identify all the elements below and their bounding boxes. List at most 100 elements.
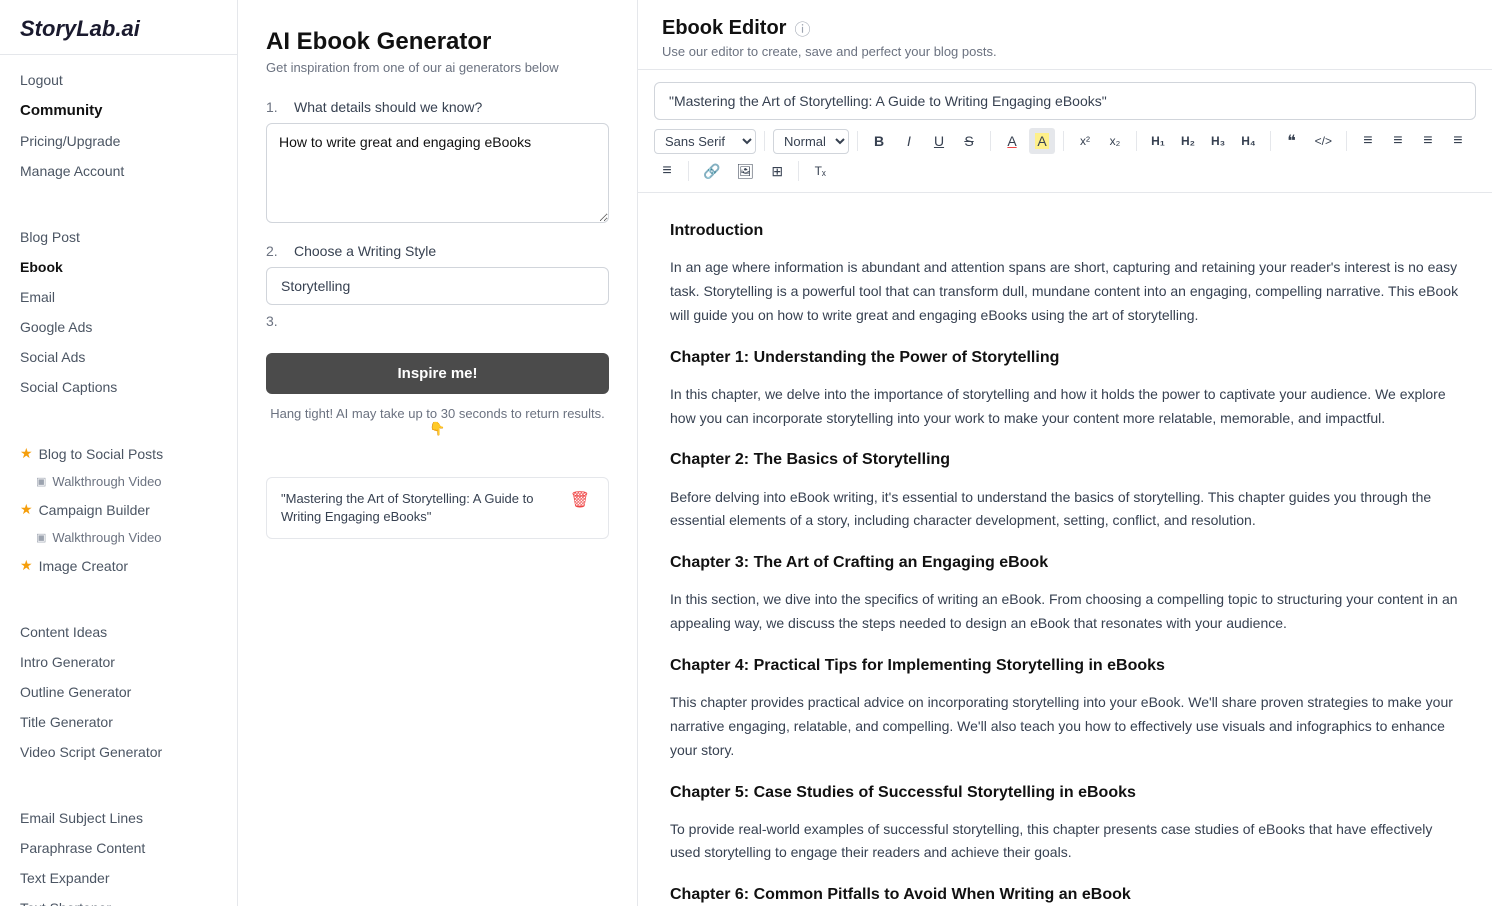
content-para-4: In this section, we dive into the specif…	[670, 588, 1460, 636]
generator-subtitle: Get inspiration from one of our ai gener…	[266, 60, 609, 75]
editor-title: Ebook Editor	[662, 17, 786, 40]
star-icon-1: ★	[20, 445, 33, 462]
toolbar-sep-8	[688, 161, 689, 181]
content-heading-ch6: Chapter 6: Common Pitfalls to Avoid When…	[670, 881, 1460, 906]
sidebar-item-blog-post[interactable]: Blog Post	[0, 222, 237, 252]
app-logo: StoryLab.ai	[0, 0, 237, 55]
sidebar-item-email[interactable]: Email	[0, 282, 237, 312]
step3-label: 3.	[266, 313, 609, 329]
star-icon-2: ★	[20, 501, 33, 518]
bold-button[interactable]: B	[866, 128, 892, 154]
step2-number: 2.	[266, 243, 286, 259]
font-family-select[interactable]: Sans Serif Serif Monospace	[654, 129, 756, 154]
sidebar-item-community[interactable]: Community	[0, 95, 237, 126]
sidebar-item-text-shortener[interactable]: Text Shortener	[0, 893, 237, 906]
step1-question: What details should we know?	[294, 99, 482, 115]
sidebar-item-intro-generator[interactable]: Intro Generator	[0, 647, 237, 677]
sidebar-utilities-nav: Email Subject Lines Paraphrase Content T…	[0, 793, 237, 906]
strikethrough-button[interactable]: S	[956, 128, 982, 154]
step1-textarea[interactable]: How to write great and engaging eBooks	[266, 123, 609, 223]
align-right-button[interactable]: ≡	[654, 158, 680, 184]
content-heading-ch1: Chapter 1: Understanding the Power of St…	[670, 344, 1460, 371]
sidebar-item-campaign-builder[interactable]: ★ Campaign Builder	[0, 494, 237, 525]
toolbar-sep-9	[798, 161, 799, 181]
sidebar-content-nav: Blog Post Ebook Email Google Ads Social …	[0, 212, 237, 412]
sidebar-item-ebook[interactable]: Ebook	[0, 252, 237, 282]
sidebar-item-logout[interactable]: Logout	[0, 65, 237, 95]
sidebar-item-google-ads[interactable]: Google Ads	[0, 312, 237, 342]
video-icon-2: ▣	[36, 531, 46, 544]
step2-select-container: Storytelling Professional Casual Educati…	[266, 267, 609, 305]
subscript-button[interactable]: x₂	[1102, 128, 1128, 154]
history-item[interactable]: "Mastering the Art of Storytelling: A Gu…	[266, 477, 609, 539]
editor-toolbar: Sans Serif Serif Monospace Normal Small …	[638, 120, 1492, 193]
sidebar-item-outline-generator[interactable]: Outline Generator	[0, 677, 237, 707]
step2-label: 2. Choose a Writing Style	[266, 243, 609, 259]
content-heading-ch5: Chapter 5: Case Studies of Successful St…	[670, 779, 1460, 806]
sidebar-item-manage-account[interactable]: Manage Account	[0, 156, 237, 186]
sidebar-item-email-subject[interactable]: Email Subject Lines	[0, 803, 237, 833]
editor-header: Ebook Editor ⓘ Use our editor to create,…	[638, 0, 1492, 70]
sidebar-item-title-generator[interactable]: Title Generator	[0, 707, 237, 737]
bg-color-button[interactable]: A	[1029, 128, 1055, 154]
sidebar-item-image-creator[interactable]: ★ Image Creator	[0, 550, 237, 581]
font-size-select[interactable]: Normal Small Large Huge	[773, 129, 849, 154]
sidebar-item-social-ads[interactable]: Social Ads	[0, 342, 237, 372]
content-para-3: Before delving into eBook writing, it's …	[670, 486, 1460, 534]
indent-increase-button[interactable]: ≡	[1385, 128, 1411, 154]
sidebar-item-content-ideas[interactable]: Content Ideas	[0, 617, 237, 647]
history-title: "Mastering the Art of Storytelling: A Gu…	[281, 490, 558, 526]
step3-number: 3.	[266, 313, 286, 329]
toolbar-sep-3	[990, 131, 991, 151]
sidebar-top-nav: Logout Community Pricing/Upgrade Manage …	[0, 55, 237, 196]
italic-button[interactable]: I	[896, 128, 922, 154]
wait-message: Hang tight! AI may take up to 30 seconds…	[266, 406, 609, 437]
clear-format-button[interactable]: Tₓ	[807, 158, 833, 184]
sidebar-sub-walkthrough-1[interactable]: ▣ Walkthrough Video	[0, 469, 237, 494]
image-button[interactable]: 🖼	[730, 158, 760, 184]
sidebar-item-blog-to-social[interactable]: ★ Blog to Social Posts	[0, 438, 237, 469]
main-content: AI Ebook Generator Get inspiration from …	[238, 0, 1492, 906]
content-para-5: This chapter provides practical advice o…	[670, 691, 1460, 762]
align-center-button[interactable]: ≡	[1445, 128, 1471, 154]
info-icon[interactable]: ⓘ	[794, 16, 810, 40]
sidebar-item-paraphrase[interactable]: Paraphrase Content	[0, 833, 237, 863]
editor-subtitle: Use our editor to create, save and perfe…	[662, 44, 1468, 59]
sidebar-tools-nav: Content Ideas Intro Generator Outline Ge…	[0, 607, 237, 777]
editor-doc-title[interactable]: "Mastering the Art of Storytelling: A Gu…	[654, 82, 1476, 120]
code-button[interactable]: </>	[1309, 128, 1338, 154]
content-para-1: In an age where information is abundant …	[670, 256, 1460, 327]
underline-button[interactable]: U	[926, 128, 952, 154]
inspire-button[interactable]: Inspire me!	[266, 353, 609, 394]
h3-button[interactable]: H₃	[1205, 128, 1231, 154]
indent-decrease-button[interactable]: ≡	[1355, 128, 1381, 154]
toolbar-sep-7	[1346, 131, 1347, 151]
h1-button[interactable]: H₁	[1145, 128, 1171, 154]
content-heading-ch2: Chapter 2: The Basics of Storytelling	[670, 446, 1460, 473]
link-button[interactable]: 🔗	[697, 158, 726, 184]
toolbar-sep-6	[1270, 131, 1271, 151]
sidebar-item-text-expander[interactable]: Text Expander	[0, 863, 237, 893]
sidebar-sub-walkthrough-2[interactable]: ▣ Walkthrough Video	[0, 525, 237, 550]
editor-panel: Ebook Editor ⓘ Use our editor to create,…	[638, 0, 1492, 906]
table-button[interactable]: ⊞	[764, 158, 790, 184]
delete-history-button[interactable]: 🗑	[566, 490, 594, 510]
content-heading-intro: Introduction	[670, 217, 1460, 244]
sidebar-item-video-script[interactable]: Video Script Generator	[0, 737, 237, 767]
h4-button[interactable]: H₄	[1235, 128, 1261, 154]
sidebar-item-pricing[interactable]: Pricing/Upgrade	[0, 126, 237, 156]
align-left-button[interactable]: ≡	[1415, 128, 1441, 154]
sidebar-star-nav: ★ Blog to Social Posts ▣ Walkthrough Vid…	[0, 428, 237, 591]
content-heading-ch3: Chapter 3: The Art of Crafting an Engagi…	[670, 549, 1460, 576]
step1-number: 1.	[266, 99, 286, 115]
toolbar-sep-2	[857, 131, 858, 151]
writing-style-select[interactable]: Storytelling Professional Casual Educati…	[266, 267, 609, 305]
editor-content-area[interactable]: Introduction In an age where information…	[638, 193, 1492, 906]
editor-title-row: Ebook Editor ⓘ	[662, 16, 1468, 40]
h2-button[interactable]: H₂	[1175, 128, 1201, 154]
sidebar-item-social-captions[interactable]: Social Captions	[0, 372, 237, 402]
text-color-button[interactable]: A	[999, 128, 1025, 154]
step1-label: 1. What details should we know?	[266, 99, 609, 115]
superscript-button[interactable]: x²	[1072, 128, 1098, 154]
blockquote-button[interactable]: ❝	[1279, 128, 1305, 154]
